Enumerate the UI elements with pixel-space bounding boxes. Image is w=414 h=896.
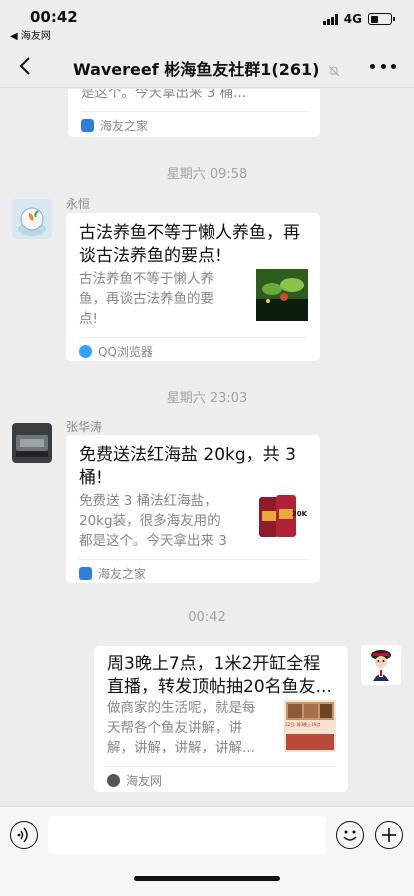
link-card[interactable]: 周3晚上7点，1米2开缸全程直播，转发顶帖抽20名鱼友... 做商家的生活呢，就… [94, 646, 348, 792]
chat-area[interactable]: 是这个。今天拿出来 3 桶... 海友之家 星期六 09:58 永恒 古法养鱼不… [0, 89, 414, 806]
mute-bell-icon [328, 65, 340, 76]
home-indicator[interactable] [134, 876, 280, 881]
sender-name: 张华涛 [66, 420, 103, 434]
input-bar [0, 806, 414, 896]
card-source: 海友网 [107, 772, 162, 789]
my-avatar[interactable] [361, 645, 401, 685]
timestamp: 星期六 09:58 [166, 167, 248, 182]
haiyou-home-icon [79, 567, 92, 580]
haiyou-home-icon [81, 119, 94, 132]
emoji-icon[interactable] [336, 821, 364, 849]
avatar[interactable] [12, 199, 52, 239]
thumbnail-label: 20K [291, 510, 307, 518]
card-divider [79, 337, 308, 338]
card-divider [107, 766, 336, 767]
card-description: 是这个。今天拿出来 3 桶... [81, 89, 247, 101]
card-description: 古法养鱼不等于懒人养鱼，再谈古法养鱼的要点! [79, 271, 214, 327]
card-description: 做商家的生活呢，就是每天帮各个鱼友讲解，讲解，讲解，讲解，讲解... [107, 700, 256, 756]
card-source-label: QQ浏览器 [98, 345, 153, 359]
card-divider [79, 559, 308, 560]
card-description: 免费送 3 桶法红海盐，20kg装，很多海友用的都是这个。今天拿出来 3 桶..… [79, 493, 227, 549]
voice-input-icon[interactable] [10, 821, 38, 849]
card-source-label: 海友之家 [100, 119, 149, 133]
card-title: 古法养鱼不等于懒人养鱼，再谈古法养鱼的要点! [79, 223, 300, 266]
card-source-label: 海友之家 [98, 567, 147, 581]
back-to-app-link[interactable]: ◀ 海友网 [10, 27, 51, 42]
chat-title-text: Wavereef 彬海鱼友社群1(261) [72, 60, 320, 79]
status-time: 00:42 [30, 8, 78, 26]
more-options-icon[interactable] [370, 58, 396, 74]
add-attachment-icon[interactable] [375, 821, 403, 849]
chat-title: Wavereef 彬海鱼友社群1(261) [60, 56, 354, 80]
qq-browser-icon [79, 345, 92, 358]
battery-icon [368, 13, 395, 25]
card-thumbnail [256, 269, 308, 321]
link-card[interactable]: 古法养鱼不等于懒人养鱼，再谈古法养鱼的要点! 古法养鱼不等于懒人养鱼，再谈古法养… [66, 213, 320, 361]
chat-header: Wavereef 彬海鱼友社群1(261) [0, 44, 414, 88]
status-bar: 00:42 ◀ 海友网 4G [0, 0, 414, 44]
card-divider [81, 111, 308, 112]
back-arrow-icon[interactable] [14, 52, 38, 80]
card-source: QQ浏览器 [79, 343, 153, 360]
card-source: 海友之家 [81, 117, 148, 134]
card-title: 周3晚上7点，1米2开缸全程直播，转发顶帖抽20名鱼友... [107, 654, 332, 697]
card-thumbnail: 20K [256, 491, 308, 543]
signal-icon [322, 13, 338, 25]
network-type: 4G [343, 12, 362, 26]
timestamp: 星期六 23:03 [166, 391, 248, 406]
card-title: 免费送法红海盐 20kg，共 3 桶! [79, 445, 296, 488]
timestamp: 00:42 [188, 610, 226, 625]
card-source: 海友之家 [79, 565, 146, 582]
haiyou-site-icon [107, 774, 120, 787]
link-card[interactable]: 是这个。今天拿出来 3 桶... 海友之家 [68, 89, 320, 137]
card-thumbnail: 22日, 周3晚上19点 [284, 700, 336, 752]
avatar[interactable] [12, 423, 52, 463]
message-input[interactable] [48, 816, 326, 854]
sender-name: 永恒 [66, 197, 91, 211]
card-source-label: 海友网 [126, 774, 163, 788]
link-card[interactable]: 免费送法红海盐 20kg，共 3 桶! 免费送 3 桶法红海盐，20kg装，很多… [66, 435, 320, 583]
thumbnail-label: 22日, 周3晚上19点 [285, 722, 321, 727]
